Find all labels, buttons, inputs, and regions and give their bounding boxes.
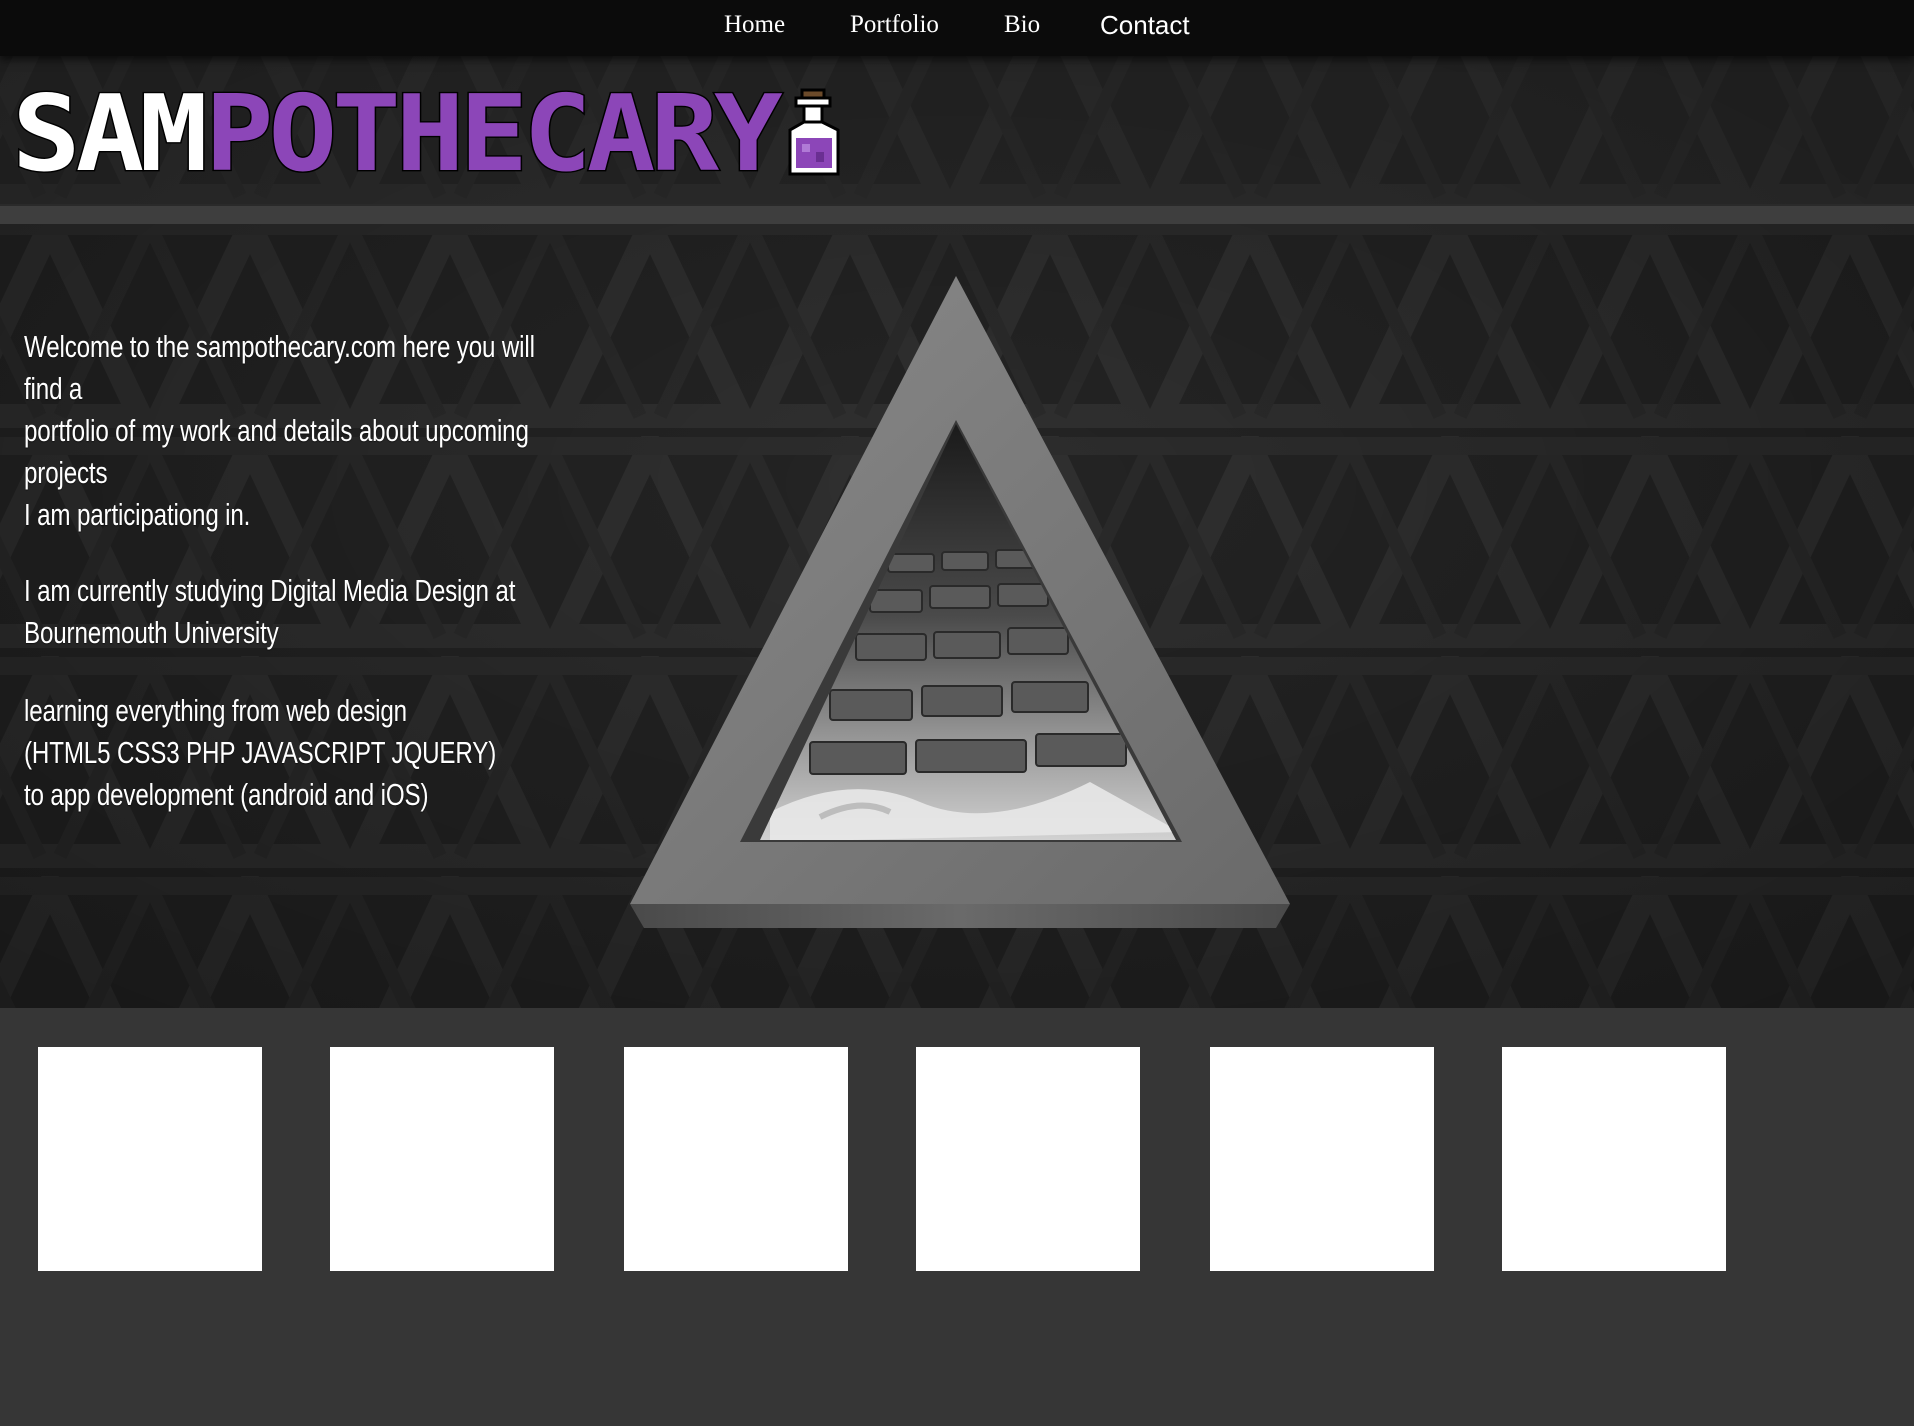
potion-flask-icon: [788, 88, 840, 176]
thumbnail-4[interactable]: [916, 1047, 1140, 1271]
nav-portfolio-link[interactable]: Portfolio: [850, 10, 939, 40]
intro-line: portfolio of my work and details about u…: [24, 413, 529, 490]
logo-text-pothecary: POTHECARY: [203, 72, 784, 195]
intro-line: learning everything from web design: [24, 693, 407, 728]
thumbnail-3[interactable]: [624, 1047, 848, 1271]
intro-line: Bournemouth University: [24, 615, 279, 650]
header-divider: [0, 204, 1914, 224]
intro-line: I am currently studying Digital Media De…: [24, 573, 516, 608]
intro-line: I am participationg in.: [24, 497, 251, 532]
logo-text-sam: SAM: [11, 72, 210, 195]
page: Home Portfolio Bio Contact SAM POTHECARY…: [0, 0, 1914, 1426]
thumbnail-5[interactable]: [1210, 1047, 1434, 1271]
nav-contact-link[interactable]: Contact: [1100, 10, 1190, 40]
intro-text: Welcome to the sampothecary.com here you…: [24, 326, 554, 816]
intro-line: Welcome to the sampothecary.com here you…: [24, 329, 535, 406]
site-logo[interactable]: SAM POTHECARY: [11, 72, 846, 195]
intro-paragraph-3: learning everything from web design (HTM…: [24, 690, 554, 816]
intro-line: to app development (android and iOS): [24, 777, 429, 812]
intro-line: (HTML5 CSS3 PHP JAVASCRIPT JQUERY): [24, 735, 497, 770]
intro-paragraph-2: I am currently studying Digital Media De…: [24, 570, 554, 654]
thumbnail-1[interactable]: [38, 1047, 262, 1271]
thumbnail-2[interactable]: [330, 1047, 554, 1271]
nav-home-link[interactable]: Home: [724, 10, 785, 40]
top-navbar: Home Portfolio Bio Contact: [0, 0, 1914, 56]
intro-paragraph-1: Welcome to the sampothecary.com here you…: [24, 326, 554, 536]
thumbnail-6[interactable]: [1502, 1047, 1726, 1271]
nav-bio-link[interactable]: Bio: [1004, 10, 1040, 40]
triangle-frame-keyboard-image: [620, 272, 1300, 932]
triangle-frame-icon: [630, 276, 1290, 928]
